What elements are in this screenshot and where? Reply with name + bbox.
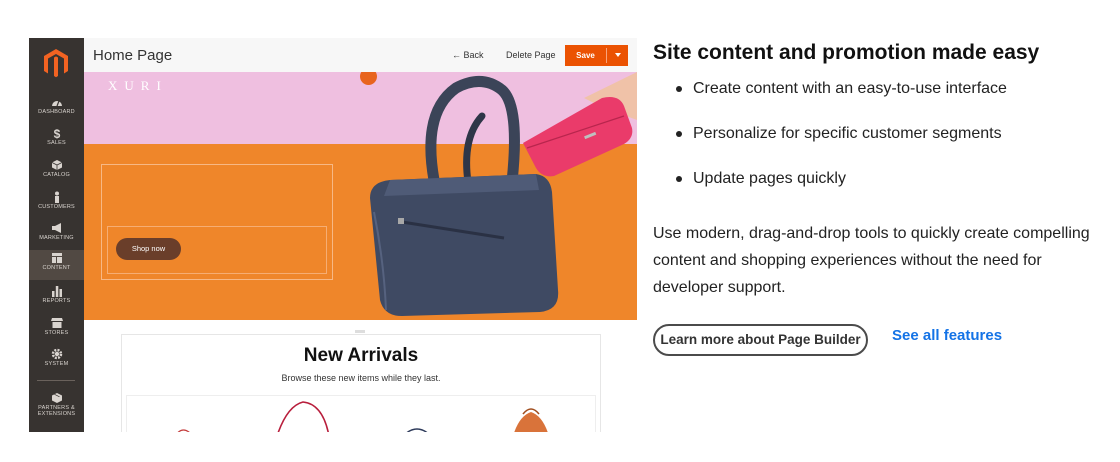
nav-label-line2: EXTENSIONS [37,411,76,417]
bar-chart-icon [51,286,62,297]
see-all-features-link[interactable]: See all features [892,327,1002,344]
hero-banner[interactable]: XURI Shop now [84,72,637,320]
nav-content[interactable]: CONTENT [29,250,84,280]
product-thumbnails [177,401,548,432]
nav-label: REPORTS [42,298,71,304]
nav-system[interactable]: SYSTEM [29,346,84,376]
nav-dashboard[interactable]: DASHBOARD [29,94,84,124]
save-button[interactable]: Save [565,45,628,66]
page-builder-screenshot: DASHBOARD $ SALES CATALOG CUSTOMERS MARK… [29,38,637,432]
page-title: Home Page [93,47,173,64]
sidebar-divider [37,380,75,381]
chevron-down-icon[interactable] [615,53,621,57]
nav-label: SYSTEM [44,361,69,367]
nav-marketing[interactable]: MARKETING [29,220,84,250]
save-label: Save [576,51,595,60]
new-arrivals-subtitle: Browse these new items while they last. [281,373,441,383]
feature-item: Create content with an easy-to-use inter… [672,78,1007,123]
section-description: Use modern, drag-and-drop tools to quick… [653,225,1090,296]
nav-label: STORES [44,330,69,336]
nav-label: CONTENT [42,265,71,271]
magento-logo [44,49,68,78]
feature-item: Personalize for specific customer segmen… [672,123,1007,168]
nav-customers[interactable]: CUSTOMERS [29,189,84,219]
gear-icon [51,348,62,360]
admin-sidebar: DASHBOARD $ SALES CATALOG CUSTOMERS MARK… [29,38,84,432]
nav-stores[interactable]: STORES [29,315,84,345]
nav-label: CUSTOMERS [38,204,75,210]
page-header: Home Page ← Back Delete Page Save [84,38,637,72]
nav-label: CATALOG [43,172,70,178]
layout-icon [51,253,62,263]
feature-text: Update pages quickly [693,170,846,187]
person-icon [54,191,59,203]
nav-reports[interactable]: REPORTS [29,283,84,313]
products-grid[interactable] [126,395,596,432]
bullet-icon [676,131,682,137]
feature-list: Create content with an easy-to-use inter… [672,78,1007,213]
bullet-icon [676,176,682,182]
megaphone-icon [51,223,61,233]
nav-label: SALES [47,140,66,146]
cube-icon [51,160,62,170]
nav-label: MARKETING [39,235,74,241]
puzzle-cube-icon [51,393,62,403]
bullet-icon [676,86,682,92]
save-split-divider [606,48,607,63]
learn-more-button[interactable]: Learn more about Page Builder [653,324,868,356]
nav-partners-extensions[interactable]: PARTNERS & EXTENSIONS [29,390,84,424]
dashboard-icon [51,100,62,107]
feature-text: Personalize for specific customer segmen… [693,125,1002,142]
nav-catalog[interactable]: CATALOG [29,157,84,187]
new-arrivals-title: New Arrivals [303,345,419,366]
feature-item: Update pages quickly [672,168,1007,213]
handbag-image [370,72,637,316]
storefront-icon [50,318,63,328]
back-link[interactable]: ← Back [452,50,484,60]
row-drag-handle[interactable] [355,330,365,333]
section-heading: Site content and promotion made easy [653,41,1040,64]
nav-label: DASHBOARD [38,109,75,115]
dollar-icon: $ [53,127,60,139]
feature-text: Create content with an easy-to-use inter… [693,80,1007,97]
nav-sales[interactable]: $ SALES [29,125,84,155]
svg-text:$: $ [53,127,60,139]
delete-page-button[interactable]: Delete Page [506,50,556,60]
new-arrivals-section[interactable]: New Arrivals Browse these new items whil… [121,334,601,432]
